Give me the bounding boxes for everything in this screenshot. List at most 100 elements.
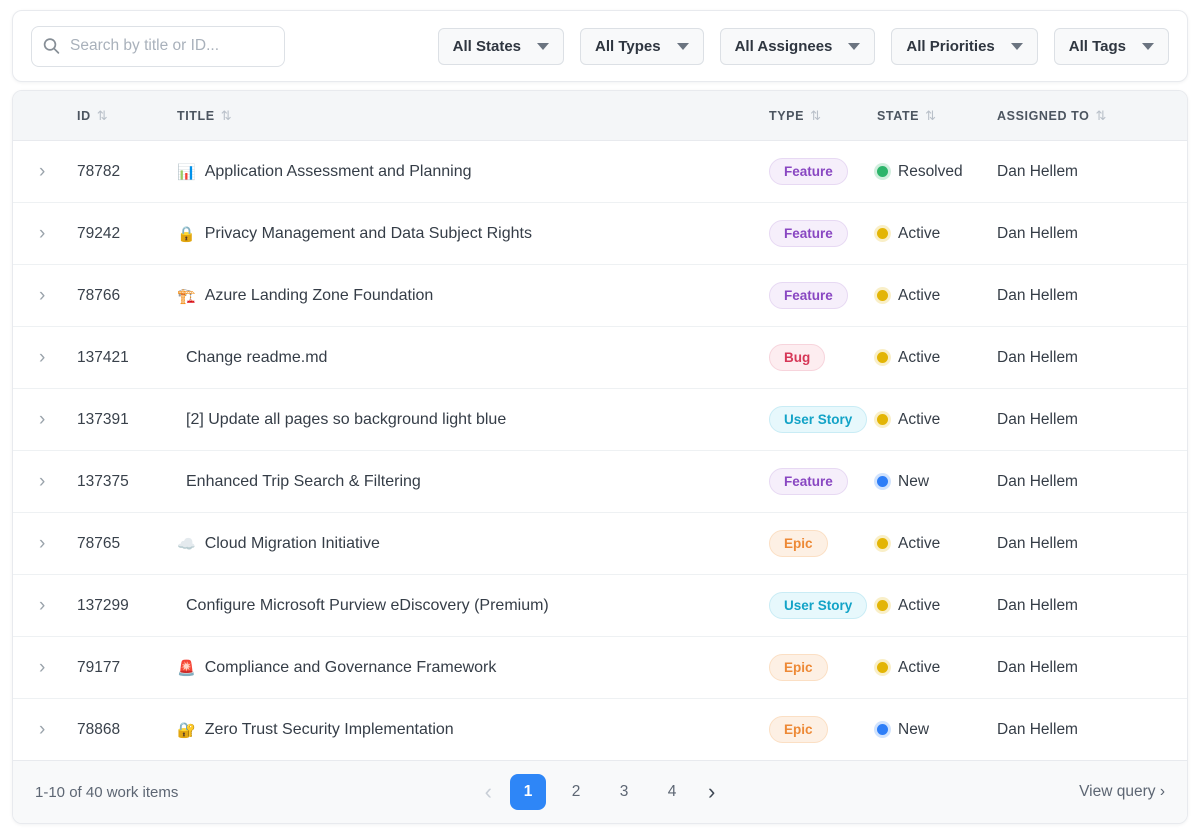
column-header[interactable]: ID ⇅ — [77, 108, 177, 124]
expand-chevron-icon[interactable]: › — [29, 534, 77, 553]
search-input[interactable] — [31, 26, 285, 67]
work-item-id: 78868 — [77, 721, 177, 739]
expand-chevron-icon[interactable]: › — [29, 658, 77, 677]
work-item-title-cell: ☁️ Cloud Migration Initiative — [177, 535, 769, 553]
toolbar: All States All Types All Assignees All P… — [12, 10, 1188, 82]
state-dot-icon — [877, 476, 888, 487]
page-button[interactable]: 1 — [510, 774, 546, 810]
work-item-row[interactable]: › 137299 Configure Microsoft Purview eDi… — [13, 575, 1187, 637]
work-item-state-cell: Active — [877, 287, 997, 305]
expand-chevron-icon[interactable]: › — [29, 348, 77, 367]
sort-icon[interactable]: ⇅ — [97, 108, 109, 124]
table-header-row: ID ⇅ TITLE ⇅ TYPE ⇅ STATE ⇅ ASSIGNED TO … — [13, 91, 1187, 141]
column-label: TITLE — [177, 109, 215, 123]
type-badge: Bug — [769, 344, 825, 371]
sort-icon[interactable]: ⇅ — [810, 108, 822, 124]
work-items-table: ID ⇅ TITLE ⇅ TYPE ⇅ STATE ⇅ ASSIGNED TO … — [12, 90, 1188, 824]
work-item-emoji-icon: ☁️ — [177, 535, 196, 553]
filter-dropdown[interactable]: All Priorities — [891, 28, 1037, 65]
state-label: Active — [898, 535, 940, 553]
pagination: ‹ 1 2 3 4 › — [479, 774, 722, 810]
filter-dropdown[interactable]: All States — [438, 28, 564, 65]
state-dot-icon — [877, 538, 888, 549]
filter-dropdown[interactable]: All Assignees — [720, 28, 876, 65]
work-item-type-cell: Feature — [769, 220, 877, 247]
work-item-state-cell: New — [877, 721, 997, 739]
expand-chevron-icon[interactable]: › — [29, 162, 77, 181]
column-header[interactable]: TYPE ⇅ — [769, 108, 877, 124]
work-item-row[interactable]: › 78766 🏗️ Azure Landing Zone Foundation… — [13, 265, 1187, 327]
work-item-type-cell: User Story — [769, 592, 877, 619]
work-item-title: Azure Landing Zone Foundation — [205, 287, 434, 305]
work-item-emoji-icon: 🚨 — [177, 659, 196, 677]
state-dot-icon — [877, 228, 888, 239]
page-button[interactable]: 2 — [558, 774, 594, 810]
expand-chevron-icon[interactable]: › — [29, 720, 77, 739]
work-item-type-cell: Feature — [769, 158, 877, 185]
type-badge: User Story — [769, 592, 867, 619]
chevron-down-icon — [677, 43, 689, 50]
state-label: Resolved — [898, 163, 963, 181]
work-item-title: Change readme.md — [186, 349, 327, 367]
work-item-type-cell: Bug — [769, 344, 877, 371]
state-label: Active — [898, 349, 940, 367]
state-label: Active — [898, 287, 940, 305]
type-badge: Epic — [769, 654, 828, 681]
work-item-row[interactable]: › 137421 Change readme.md Bug Active Dan… — [13, 327, 1187, 389]
sort-icon[interactable]: ⇅ — [1096, 108, 1108, 124]
assigned-to: Dan Hellem — [997, 535, 1167, 553]
work-item-emoji-icon: 🔒 — [177, 225, 196, 243]
expand-chevron-icon[interactable]: › — [29, 472, 77, 491]
work-item-title-cell: 🔒 Privacy Management and Data Subject Ri… — [177, 225, 769, 243]
column-header[interactable]: TITLE ⇅ — [177, 108, 769, 124]
work-item-title: Configure Microsoft Purview eDiscovery (… — [186, 597, 549, 615]
next-page-button[interactable]: › — [702, 781, 721, 803]
work-item-title-cell: Enhanced Trip Search & Filtering — [177, 473, 769, 491]
page-button[interactable]: 3 — [606, 774, 642, 810]
column-label: TYPE — [769, 109, 804, 123]
state-label: Active — [898, 411, 940, 429]
work-item-row[interactable]: › 79242 🔒 Privacy Management and Data Su… — [13, 203, 1187, 265]
expand-chevron-icon[interactable]: › — [29, 224, 77, 243]
work-item-id: 137391 — [77, 411, 177, 429]
sort-icon[interactable]: ⇅ — [925, 108, 937, 124]
chevron-down-icon — [1142, 43, 1154, 50]
work-item-state-cell: Active — [877, 659, 997, 677]
work-item-row[interactable]: › 78765 ☁️ Cloud Migration Initiative Ep… — [13, 513, 1187, 575]
expand-chevron-icon[interactable]: › — [29, 286, 77, 305]
prev-page-button[interactable]: ‹ — [479, 781, 498, 803]
state-label: New — [898, 721, 929, 739]
type-badge: Feature — [769, 468, 848, 495]
type-badge: Epic — [769, 716, 828, 743]
work-item-id: 78765 — [77, 535, 177, 553]
assigned-to: Dan Hellem — [997, 721, 1167, 739]
work-item-emoji-icon: 🔐 — [177, 721, 196, 739]
page-button[interactable]: 4 — [654, 774, 690, 810]
work-item-title-cell: 🔐 Zero Trust Security Implementation — [177, 721, 769, 739]
work-item-row[interactable]: › 137391 [2] Update all pages so backgro… — [13, 389, 1187, 451]
work-item-title: Application Assessment and Planning — [205, 163, 472, 181]
column-header[interactable]: STATE ⇅ — [877, 108, 997, 124]
work-item-emoji-icon: 🏗️ — [177, 287, 196, 305]
filter-dropdown[interactable]: All Tags — [1054, 28, 1169, 65]
expand-chevron-icon[interactable]: › — [29, 410, 77, 429]
filter-label: All Tags — [1069, 38, 1126, 55]
table-body: › 78782 📊 Application Assessment and Pla… — [13, 141, 1187, 761]
work-item-id: 78766 — [77, 287, 177, 305]
column-header[interactable]: ASSIGNED TO ⇅ — [997, 108, 1167, 124]
work-item-row[interactable]: › 79177 🚨 Compliance and Governance Fram… — [13, 637, 1187, 699]
filter-dropdown[interactable]: All Types — [580, 28, 704, 65]
sort-icon[interactable]: ⇅ — [221, 108, 233, 124]
work-item-row[interactable]: › 78782 📊 Application Assessment and Pla… — [13, 141, 1187, 203]
work-item-title: Privacy Management and Data Subject Righ… — [205, 225, 532, 243]
work-item-row[interactable]: › 137375 Enhanced Trip Search & Filterin… — [13, 451, 1187, 513]
work-item-title: Enhanced Trip Search & Filtering — [186, 473, 421, 491]
work-item-title-cell: 🏗️ Azure Landing Zone Foundation — [177, 287, 769, 305]
view-query-link[interactable]: View query › — [721, 783, 1165, 801]
expand-chevron-icon[interactable]: › — [29, 596, 77, 615]
items-count: 1-10 of 40 work items — [35, 784, 479, 801]
chevron-down-icon — [537, 43, 549, 50]
work-item-row[interactable]: › 78868 🔐 Zero Trust Security Implementa… — [13, 699, 1187, 761]
type-badge: Epic — [769, 530, 828, 557]
work-item-id: 137421 — [77, 349, 177, 367]
